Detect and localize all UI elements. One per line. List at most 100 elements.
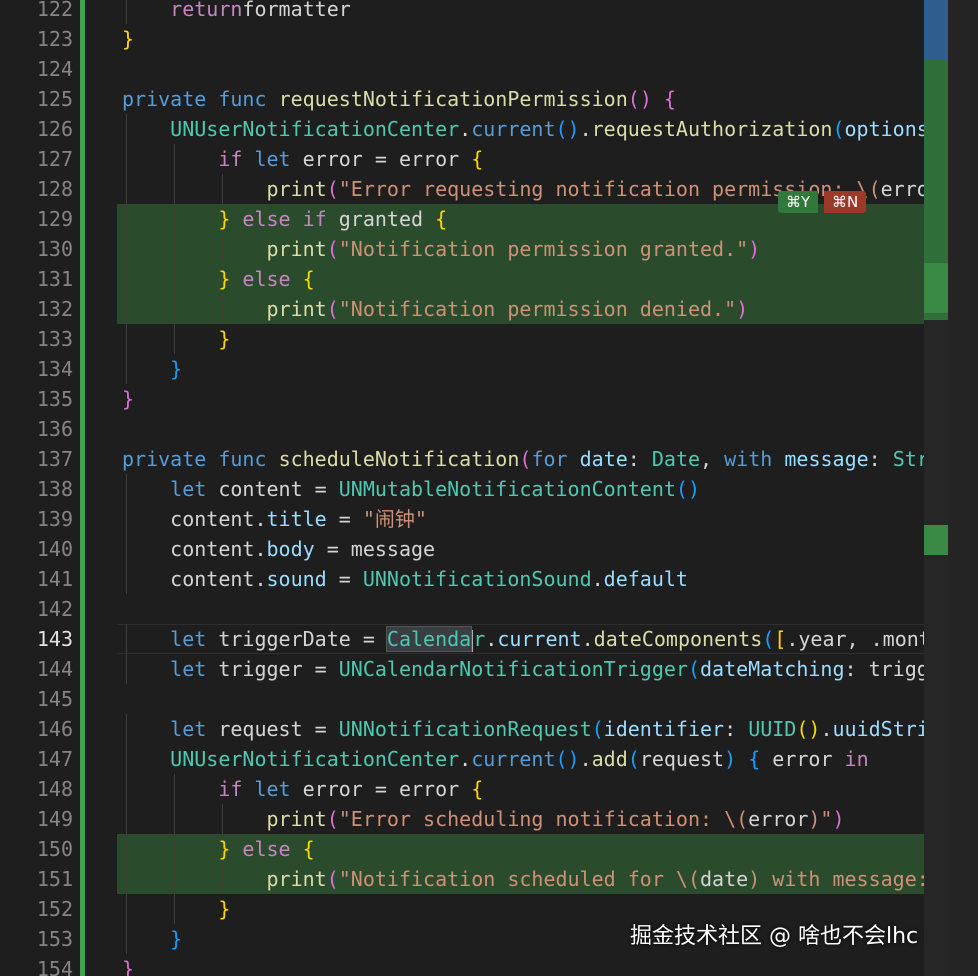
- reject-change-button[interactable]: ⌘N: [824, 191, 867, 213]
- code-line[interactable]: 146 let request = UNNotificationRequest(…: [0, 714, 978, 744]
- code-token: content.: [122, 507, 267, 531]
- code-token: let: [170, 717, 207, 741]
- code-token: return: [170, 0, 243, 21]
- code-line[interactable]: 147 UNUserNotificationCenter.current().a…: [0, 744, 978, 774]
- code-token: (: [675, 477, 688, 501]
- code-text: }: [122, 324, 230, 354]
- line-number: 140: [36, 537, 73, 561]
- code-token: }: [170, 357, 183, 381]
- code-token: }: [218, 897, 231, 921]
- code-token: }: [122, 387, 135, 411]
- code-token: [: [774, 627, 787, 651]
- accept-change-button[interactable]: ⌘Y: [778, 191, 819, 213]
- code-line[interactable]: 148 if let error = error {: [0, 774, 978, 804]
- line-number: 148: [36, 777, 73, 801]
- code-token: Date: [651, 447, 701, 471]
- code-token: print: [266, 237, 327, 261]
- selected-word: Calenda: [385, 626, 473, 652]
- code-token: print: [266, 297, 327, 321]
- code-token: (: [687, 657, 700, 681]
- code-line[interactable]: 135}: [0, 384, 978, 414]
- code-token: ,: [700, 447, 725, 471]
- code-line[interactable]: 137 private func scheduleNotification(for…: [0, 444, 978, 474]
- code-line[interactable]: 127 if let error = error {: [0, 144, 978, 174]
- code-token: "Error scheduling notification: \(: [338, 807, 749, 831]
- line-number: 137: [36, 447, 73, 471]
- code-line[interactable]: 132 print("Notification permission denie…: [0, 294, 978, 324]
- code-text: }: [122, 894, 230, 924]
- code-line[interactable]: 144 let trigger = UNCalendarNotification…: [0, 654, 978, 684]
- code-line[interactable]: 149 print("Error scheduling notification…: [0, 804, 978, 834]
- code-line[interactable]: 154}: [0, 954, 978, 976]
- code-token: .: [579, 117, 592, 141]
- line-number: 134: [36, 357, 73, 381]
- code-text: }: [122, 924, 182, 954]
- line-number: 136: [36, 417, 73, 441]
- code-token: with: [724, 447, 773, 471]
- code-token: ): [736, 297, 749, 321]
- line-number: 150: [36, 837, 73, 861]
- code-token: .: [579, 747, 592, 771]
- line-number: 145: [36, 687, 73, 711]
- minimap-viewport[interactable]: [924, 0, 948, 60]
- code-token: {: [435, 207, 448, 231]
- code-token: content.: [122, 537, 267, 561]
- code-line[interactable]: 141 content.sound = UNNotificationSound.…: [0, 564, 978, 594]
- code-text: print("Notification permission granted."…: [122, 234, 761, 264]
- code-line[interactable]: 130 print("Notification permission grant…: [0, 234, 978, 264]
- code-text: UNUserNotificationCenter.current().add(r…: [122, 744, 868, 774]
- code-token: (: [555, 747, 568, 771]
- vertical-scrollbar[interactable]: [948, 0, 978, 976]
- code-token: )": [808, 807, 833, 831]
- code-token: }: [218, 267, 231, 291]
- code-editor[interactable]: 122 returnformatter 123} 124 125 private fun…: [0, 0, 978, 976]
- code-line[interactable]: 143 let triggerDate = Calenda r.current.d…: [0, 624, 978, 654]
- code-line[interactable]: 142: [0, 594, 978, 624]
- code-line[interactable]: 151 print("Notification scheduled for \(…: [0, 864, 978, 894]
- code-token: r: [473, 627, 486, 651]
- code-token: formatter: [242, 0, 351, 21]
- code-line[interactable]: 131 } else {: [0, 264, 978, 294]
- line-number: 139: [36, 507, 73, 531]
- code-line[interactable]: 124: [0, 54, 978, 84]
- code-text: let content = UNMutableNotificationConte…: [122, 474, 700, 504]
- code-token: (: [627, 747, 640, 771]
- code-line[interactable]: 125 private func requestNotificationPermi…: [0, 84, 978, 114]
- code-token: ): [748, 237, 761, 261]
- code-line[interactable]: 136: [0, 414, 978, 444]
- line-number: 122: [36, 0, 73, 21]
- code-token: let: [170, 477, 207, 501]
- line-number: 127: [36, 147, 73, 171]
- code-token: = message: [314, 537, 436, 561]
- code-text: print("Notification permission denied."): [122, 294, 749, 324]
- code-line[interactable]: 123}: [0, 24, 978, 54]
- code-line[interactable]: 126 UNUserNotificationCenter.current().r…: [0, 114, 978, 144]
- code-token: (: [762, 627, 775, 651]
- code-token: UNNotificationRequest: [338, 717, 592, 741]
- code-token: }: [122, 27, 135, 51]
- code-line[interactable]: 133 }: [0, 324, 978, 354]
- minimap[interactable]: [924, 0, 948, 976]
- code-line[interactable]: 138 let content = UNMutableNotificationC…: [0, 474, 978, 504]
- code-token: (: [832, 117, 845, 141]
- code-line[interactable]: 145: [0, 684, 978, 714]
- code-line[interactable]: 150 } else {: [0, 834, 978, 864]
- code-line[interactable]: 140 content.body = message: [0, 534, 978, 564]
- code-token: }: [218, 837, 231, 861]
- code-line[interactable]: 139 content.title = "闹钟": [0, 504, 978, 534]
- code-token: current: [471, 117, 556, 141]
- code-line[interactable]: 134 }: [0, 354, 978, 384]
- code-line[interactable]: 122 returnformatter: [0, 0, 978, 24]
- code-token: "Notification permission granted.": [338, 237, 749, 261]
- code-token: :: [627, 447, 652, 471]
